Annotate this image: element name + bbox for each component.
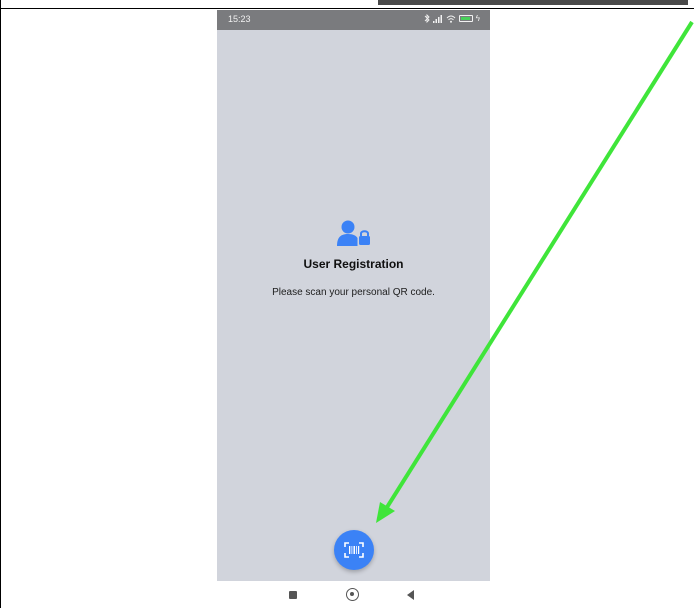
frame-top-bar: [378, 0, 688, 5]
scan-button[interactable]: [334, 530, 374, 570]
frame-left-border: [0, 0, 4, 608]
signal-icon: [432, 14, 442, 23]
status-icons: ϟ: [424, 14, 480, 23]
status-bar: 15:23 ϟ: [217, 10, 490, 30]
status-time: 15:23: [228, 14, 251, 24]
recents-button[interactable]: [289, 591, 297, 599]
charging-icon: ϟ: [475, 14, 480, 23]
wifi-icon: [446, 15, 456, 23]
registration-content: User Registration Please scan your perso…: [217, 220, 490, 298]
page-title: User Registration: [303, 257, 404, 271]
barcode-scan-icon: [344, 542, 364, 558]
navigation-bar: [217, 581, 490, 608]
page-subtitle: Please scan your personal QR code.: [272, 287, 435, 298]
back-button[interactable]: [407, 590, 414, 600]
phone-screen: 15:23 ϟ User Registration Please scan yo…: [217, 10, 490, 581]
battery-icon: [458, 15, 473, 22]
user-lock-icon: [336, 220, 370, 246]
home-button[interactable]: [346, 588, 359, 601]
bluetooth-icon: [424, 14, 430, 23]
